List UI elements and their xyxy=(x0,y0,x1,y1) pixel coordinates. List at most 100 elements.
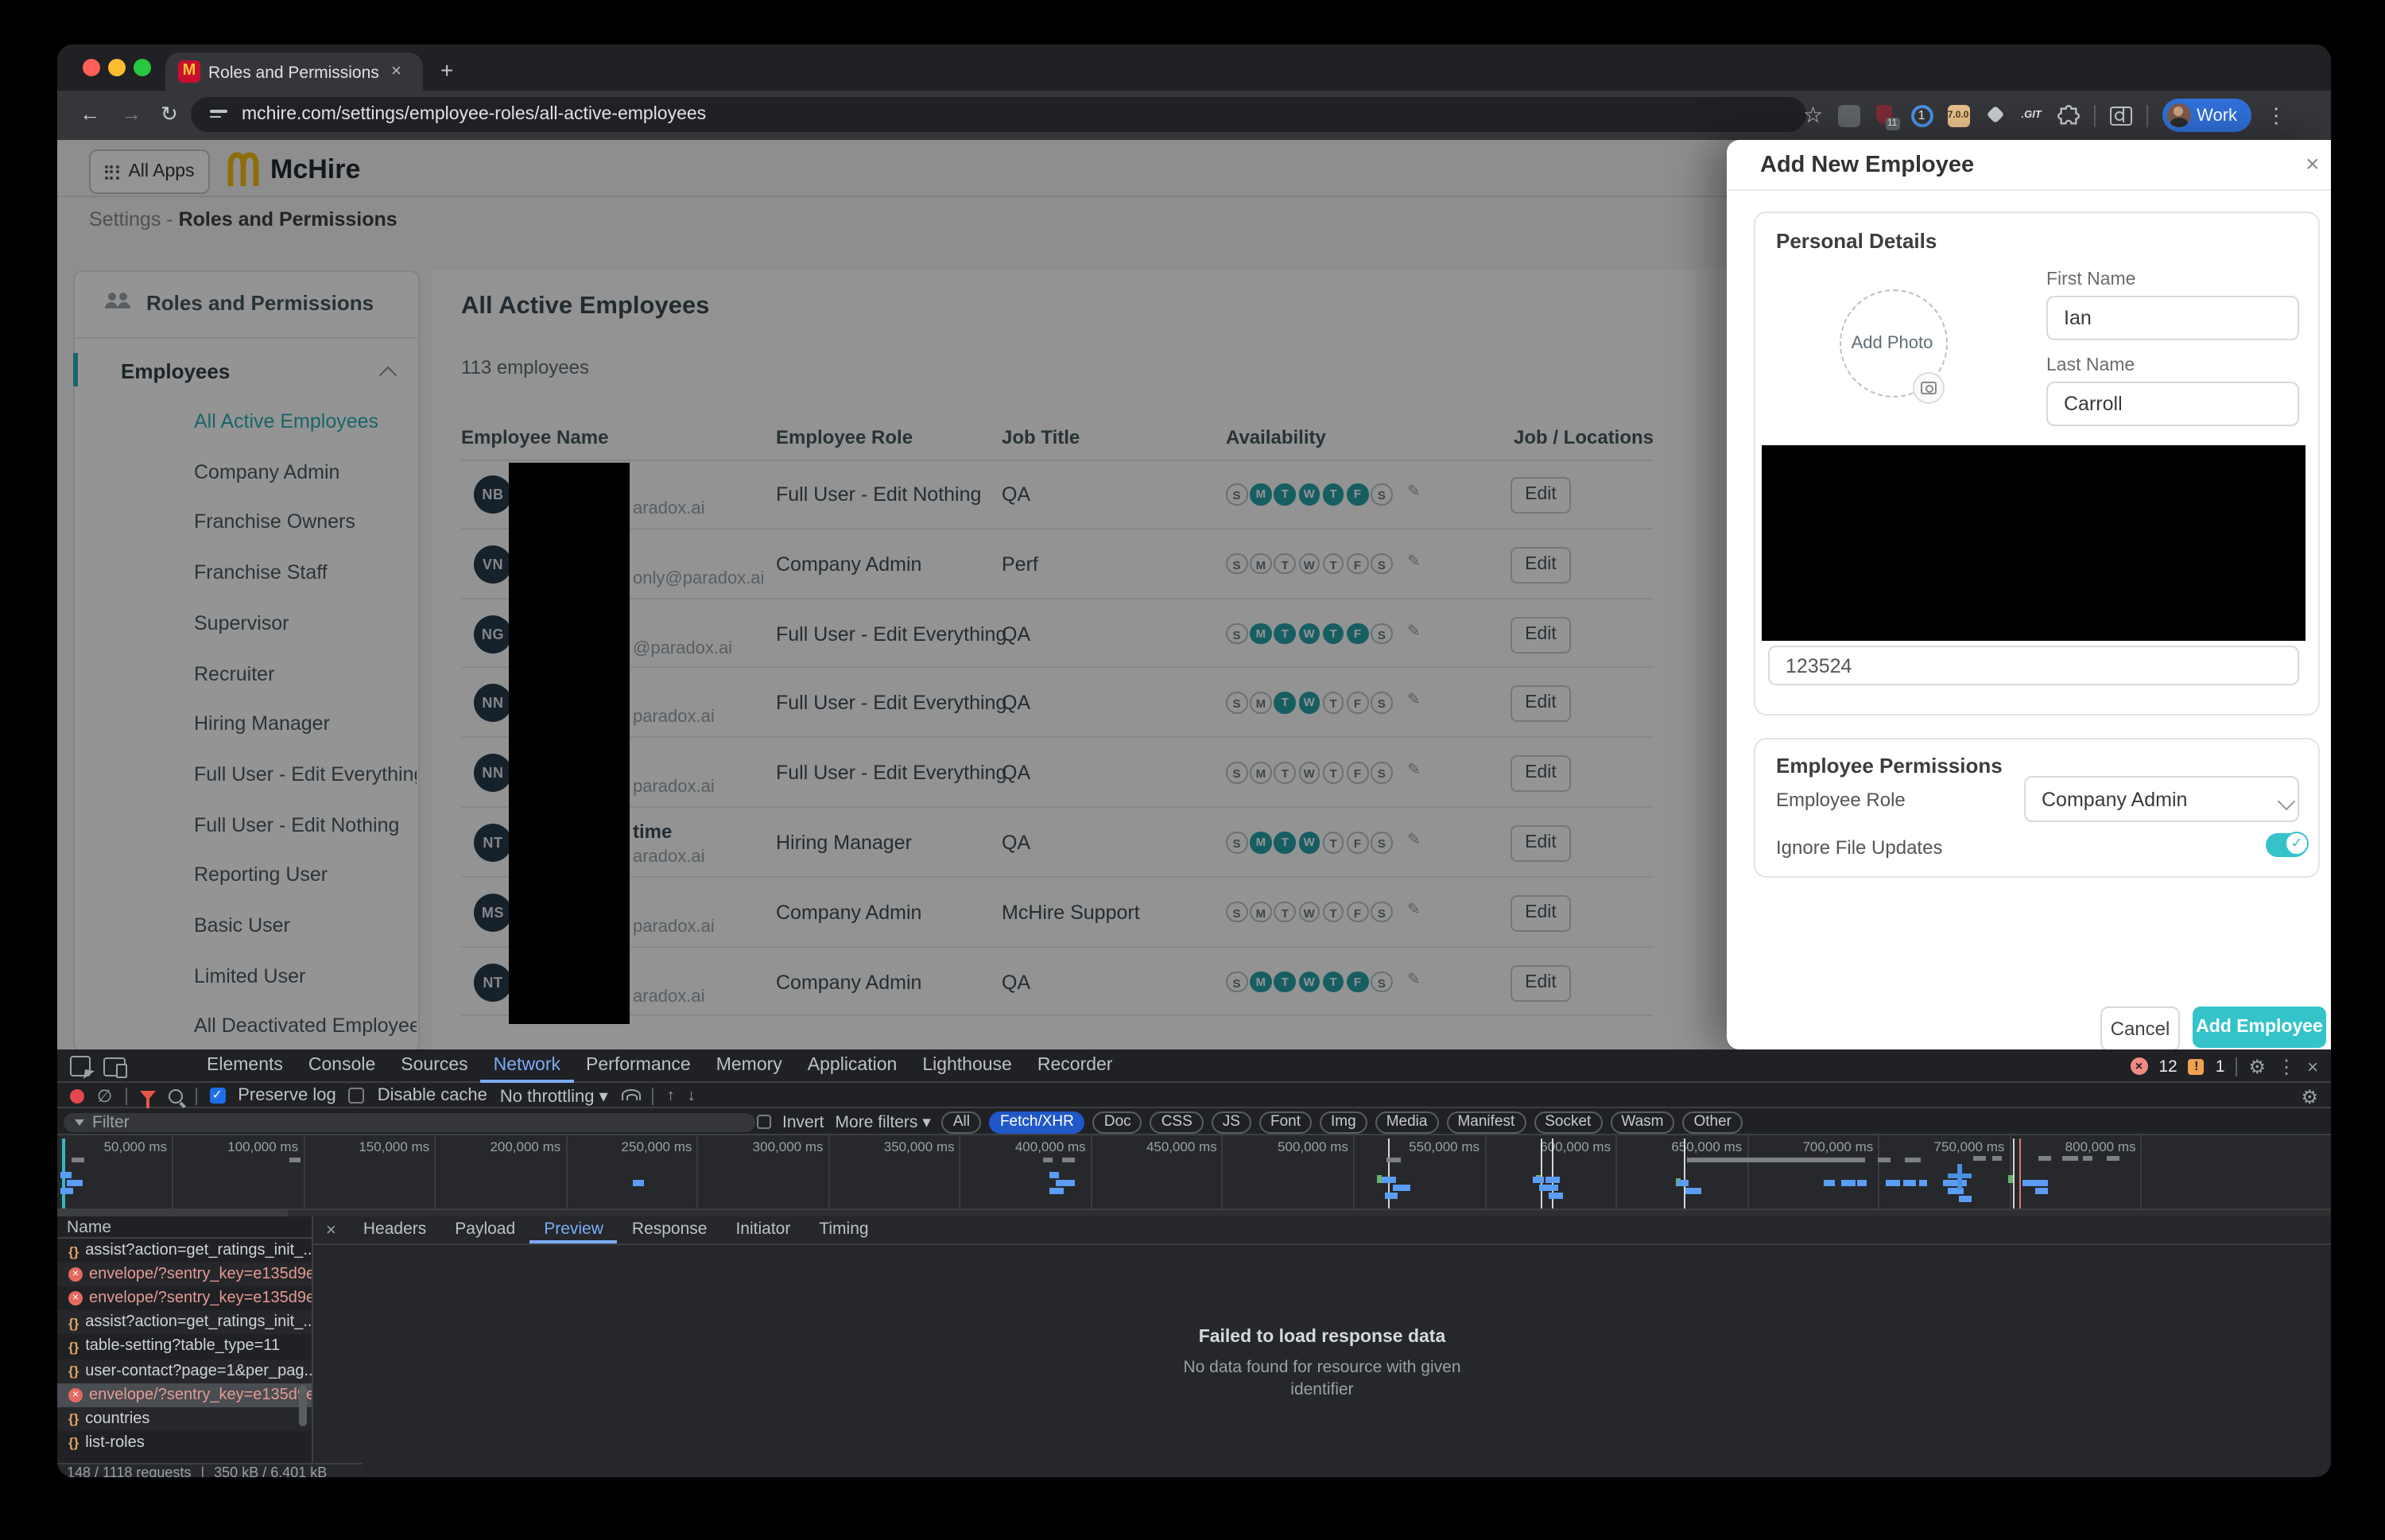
devtools-tab[interactable]: Application xyxy=(795,1049,910,1083)
record-network-icon[interactable] xyxy=(70,1088,84,1103)
employee-role-value: Company Admin xyxy=(2042,788,2187,810)
request-list-scrollbar[interactable] xyxy=(299,1385,307,1426)
tab-close-icon[interactable]: × xyxy=(391,62,401,81)
onepassword-icon[interactable]: 1 xyxy=(1910,104,1933,126)
detail-tab[interactable]: Response xyxy=(618,1216,722,1243)
traffic-light-close[interactable] xyxy=(83,59,100,76)
employee-role-select[interactable]: Company Admin xyxy=(2024,776,2299,822)
network-request-row[interactable]: ×envelope/?sentry_key=e135d9e... xyxy=(57,1263,312,1286)
filter-chip[interactable]: Other xyxy=(1682,1111,1743,1133)
traffic-light-zoom[interactable] xyxy=(134,59,151,76)
new-tab-icon[interactable]: + xyxy=(440,57,453,83)
detail-tab[interactable]: Payload xyxy=(440,1216,529,1243)
cancel-button[interactable]: Cancel xyxy=(2100,1007,2180,1051)
add-employee-button[interactable]: Add Employee xyxy=(2193,1007,2326,1048)
filter-chip[interactable]: Media xyxy=(1375,1111,1439,1133)
last-name-field[interactable]: Carroll xyxy=(2046,382,2299,426)
side-panel-search-icon[interactable] xyxy=(2109,104,2131,126)
network-request-row[interactable]: {}user-contact?page=1&per_pag... xyxy=(57,1359,312,1383)
devtools-tab[interactable]: Lighthouse xyxy=(909,1049,1025,1083)
filter-chip[interactable]: Wasm xyxy=(1610,1111,1674,1133)
camera-icon xyxy=(1921,382,1937,394)
extensions-puzzle-icon[interactable] xyxy=(2057,104,2079,126)
preserve-log-label[interactable]: Preserve log xyxy=(238,1086,336,1105)
devtools-tab[interactable]: Elements xyxy=(194,1049,296,1083)
timeline-activity-mark xyxy=(1905,1158,1921,1162)
modal-close-icon[interactable]: × xyxy=(2306,151,2320,178)
detail-tab[interactable]: Timing xyxy=(805,1216,882,1243)
filter-funnel-icon[interactable] xyxy=(139,1091,155,1100)
disable-cache-checkbox[interactable] xyxy=(349,1088,365,1104)
throttling-select[interactable]: No throttling ▾ xyxy=(500,1085,608,1106)
network-request-row[interactable]: ×envelope/?sentry_key=e135d9e... xyxy=(57,1286,312,1310)
detail-tab[interactable]: Headers xyxy=(349,1216,440,1243)
network-overview-timeline[interactable]: 50,000 ms100,000 ms150,000 ms200,000 ms2… xyxy=(57,1135,2331,1216)
invert-checkbox[interactable] xyxy=(757,1115,771,1129)
forward-icon[interactable]: → xyxy=(121,102,142,126)
devtools-close-icon[interactable]: × xyxy=(2307,1055,2318,1077)
timeline-gridline xyxy=(1353,1135,1355,1208)
network-request-row[interactable]: {}assist?action=get_ratings_init_... xyxy=(57,1239,312,1263)
devtools-tab[interactable]: Performance xyxy=(573,1049,704,1083)
diamond-extension-icon[interactable] xyxy=(1984,104,2006,126)
network-summary-bar: 148 / 1118 requests | 350 kB / 6,401 kB xyxy=(57,1463,363,1477)
search-icon[interactable] xyxy=(168,1088,182,1103)
filter-chip[interactable]: Img xyxy=(1320,1111,1367,1133)
filter-chip[interactable]: Fetch/XHR xyxy=(989,1111,1085,1133)
filter-chip[interactable]: JS xyxy=(1212,1111,1251,1133)
filter-chip[interactable]: CSS xyxy=(1150,1111,1204,1133)
export-har-icon[interactable]: ↓ xyxy=(688,1087,696,1104)
url-text[interactable]: mchire.com/settings/employee-roles/all-a… xyxy=(242,105,706,124)
filter-chip[interactable]: Font xyxy=(1259,1111,1312,1133)
detail-tab[interactable]: Preview xyxy=(529,1216,618,1243)
devtools-tab[interactable]: Recorder xyxy=(1025,1049,1126,1083)
warning-badge-icon[interactable]: ! xyxy=(2189,1058,2205,1074)
clear-network-icon[interactable]: ∅ xyxy=(97,1085,112,1106)
first-name-label: First Name xyxy=(2046,270,2135,289)
network-request-row[interactable]: {}countries xyxy=(57,1406,312,1430)
summary-size: 350 kB / 6,401 kB xyxy=(214,1464,327,1477)
detail-close-icon[interactable]: × xyxy=(313,1220,349,1239)
filter-chip[interactable]: Socket xyxy=(1534,1111,1602,1133)
preserve-log-checkbox[interactable]: ✓ xyxy=(209,1088,225,1104)
invert-label[interactable]: Invert xyxy=(782,1112,824,1131)
extension-icon-1[interactable] xyxy=(1837,104,1860,126)
network-request-row[interactable]: {}assist?action=get_ratings_init_... xyxy=(57,1311,312,1335)
devtools-tab[interactable]: Network xyxy=(481,1049,573,1083)
git-extension-icon[interactable]: .GIT xyxy=(2020,104,2042,126)
network-settings-gear-icon[interactable]: ⚙ xyxy=(2301,1086,2318,1108)
back-icon[interactable]: ← xyxy=(80,102,100,126)
filter-chip[interactable]: Doc xyxy=(1093,1111,1142,1133)
browser-menu-icon[interactable]: ⋮ xyxy=(2266,103,2286,128)
first-name-field[interactable]: Ian xyxy=(2046,296,2299,340)
network-request-row[interactable]: {}list-roles xyxy=(57,1431,312,1455)
network-filter-input[interactable]: Filter xyxy=(64,1112,755,1131)
filter-chip[interactable]: All xyxy=(942,1111,981,1133)
employee-id-field[interactable]: 123524 xyxy=(1768,646,2299,685)
device-toolbar-icon[interactable] xyxy=(103,1057,126,1076)
devtools-tab[interactable]: Sources xyxy=(388,1049,480,1083)
devtools-menu-icon[interactable]: ⋮ xyxy=(2277,1055,2296,1077)
filter-chip[interactable]: Manifest xyxy=(1446,1111,1526,1133)
devtools-tab[interactable]: Memory xyxy=(704,1049,795,1083)
inspect-element-icon[interactable] xyxy=(70,1056,91,1076)
network-request-row[interactable]: ×envelope/?sentry_key=e135d9e... xyxy=(57,1383,312,1406)
site-settings-icon[interactable] xyxy=(210,107,227,121)
extension-shield-icon[interactable]: 11 xyxy=(1874,104,1896,126)
devtools-tab[interactable]: Console xyxy=(296,1049,388,1083)
error-badge-icon[interactable]: × xyxy=(2130,1057,2147,1075)
traffic-light-minimize[interactable] xyxy=(108,59,126,76)
detail-tab[interactable]: Initiator xyxy=(721,1216,805,1243)
name-column-header[interactable]: Name xyxy=(57,1216,312,1239)
import-har-icon[interactable]: ↑ xyxy=(667,1087,675,1104)
more-filters-dropdown[interactable]: More filters ▾ xyxy=(836,1112,931,1131)
profile-chip[interactable]: Work xyxy=(2162,99,2251,132)
network-request-row[interactable]: {}table-setting?table_type=11 xyxy=(57,1335,312,1359)
devtools-settings-icon[interactable]: ⚙ xyxy=(2248,1055,2266,1077)
more-filters-label: More filters xyxy=(836,1112,918,1131)
network-conditions-icon[interactable] xyxy=(621,1089,640,1102)
reload-icon[interactable]: ↻ xyxy=(161,102,178,127)
version-extension-icon[interactable]: 7.0.0 xyxy=(1947,104,1969,126)
disable-cache-label[interactable]: Disable cache xyxy=(378,1086,487,1105)
bookmark-star-icon[interactable]: ☆ xyxy=(1803,102,1823,129)
